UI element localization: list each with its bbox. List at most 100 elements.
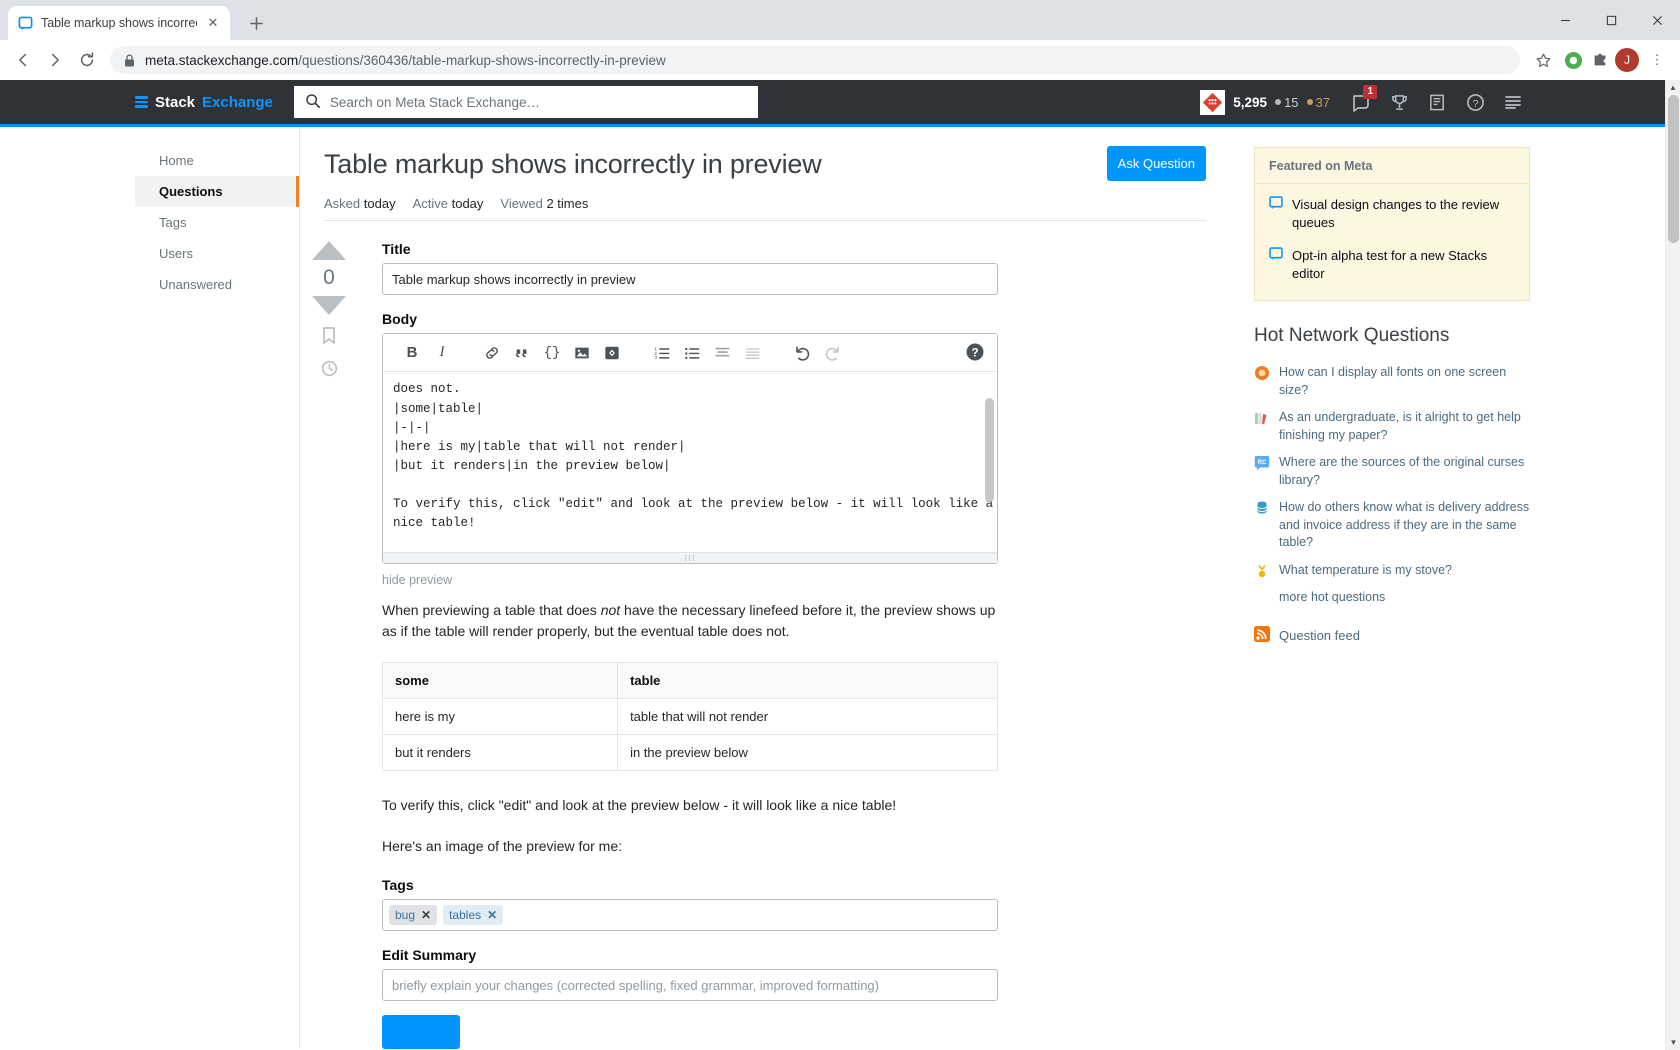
hot-question-link[interactable]: What temperature is my stove? [1279,562,1452,580]
new-tab-button[interactable] [242,9,270,37]
downvote-button[interactable] [312,296,346,316]
body-textarea[interactable]: does not. |some|table| |-|-| |here is my… [383,372,997,552]
meta-asked: Asked today [324,196,396,212]
site-icon-seasoned-advice [1254,563,1270,579]
list-item[interactable]: How do others know what is delivery addr… [1254,494,1530,557]
rss-icon [1254,626,1270,645]
tags-input[interactable]: bug ✕ tables ✕ [382,899,998,932]
tag-chip-tables[interactable]: tables ✕ [443,905,504,926]
hide-preview-link[interactable]: hide preview [382,564,998,600]
table-header-row: some table [381,662,998,700]
code-icon[interactable]: {} [537,338,567,368]
address-bar[interactable]: meta.stackexchange.com/questions/360436/… [110,46,1520,74]
list-item[interactable]: Visual design changes to the review queu… [1255,184,1529,239]
resize-grip[interactable]: ⁝⁝⁝ [383,552,997,564]
page-scrollbar[interactable]: ▲ ▼ [1665,80,1680,1050]
scroll-up-icon[interactable]: ▲ [1666,80,1680,95]
horizontal-rule-icon[interactable] [737,338,767,368]
hot-question-link[interactable]: Where are the sources of the original cu… [1279,454,1530,489]
list-item[interactable]: RC Where are the sources of the original… [1254,449,1530,494]
markdown-help-icon[interactable]: ? [965,342,985,365]
question-feed-link[interactable]: Question feed [1279,628,1360,643]
sidebar-item-home[interactable]: Home [135,145,299,176]
blockquote-icon[interactable] [507,338,537,368]
scrollbar-thumb[interactable] [1668,95,1679,243]
image-icon[interactable] [567,338,597,368]
inbox-icon[interactable]: 1 [1344,85,1378,119]
save-edits-button[interactable] [382,1015,460,1050]
browser-toolbar: meta.stackexchange.com/questions/360436/… [0,40,1680,80]
logo-suffix: Exchange [202,93,273,111]
title-input[interactable]: Table markup shows incorrectly in previe… [382,263,998,296]
scroll-down-icon[interactable]: ▼ [1666,1035,1680,1050]
tag-chip-bug[interactable]: bug ✕ [389,905,438,926]
table-cell: here is my [381,698,619,736]
preview-paragraph-2: To verify this, click "edit" and look at… [382,797,897,814]
close-window-button[interactable] [1634,0,1680,40]
italic-icon[interactable]: I [427,338,457,368]
reload-button[interactable] [72,45,102,75]
hot-question-link[interactable]: How do others know what is delivery addr… [1279,499,1530,552]
site-icon-academia [1254,410,1270,426]
help-icon[interactable]: ? [1458,85,1492,119]
window-controls [1542,0,1680,40]
browser-menu-button[interactable]: ⋮ [1642,45,1672,75]
bookmark-icon[interactable] [321,327,337,348]
history-icon[interactable] [321,360,338,380]
maximize-button[interactable] [1588,0,1634,40]
site-header: Stack Exchange Search on Meta Stack Excha… [0,80,1665,127]
extension-green-icon[interactable] [1561,48,1585,72]
svg-text:3: 3 [654,355,657,360]
puzzle-icon[interactable] [1588,48,1612,72]
question-feed[interactable]: Question feed [1254,604,1530,645]
featured-on-meta: Featured on Meta Visual design changes t… [1254,147,1530,302]
featured-link[interactable]: Opt-in alpha test for a new Stacks edito… [1292,247,1515,282]
undo-icon[interactable] [787,338,817,368]
ordered-list-icon[interactable]: 123 [647,338,677,368]
review-icon[interactable] [1420,85,1454,119]
bulleted-list-icon[interactable] [677,338,707,368]
remove-tag-icon[interactable]: ✕ [421,908,431,922]
site-logo[interactable]: Stack Exchange [135,94,283,111]
link-icon[interactable] [477,338,507,368]
more-hot-questions-link[interactable]: more hot questions [1254,584,1530,604]
bold-icon[interactable]: B [397,338,427,368]
list-item[interactable]: As an undergraduate, is it alright to ge… [1254,404,1530,449]
ask-question-button[interactable]: Ask Question [1106,146,1206,181]
svg-text:RC: RC [1258,460,1267,466]
edit-summary-input[interactable]: briefly explain your changes (corrected … [382,969,998,1002]
back-button[interactable] [8,45,38,75]
site-switcher-icon[interactable] [1496,85,1530,119]
sidebar-item-tags[interactable]: Tags [135,207,299,238]
heading-icon[interactable] [707,338,737,368]
tab-title: Table markup shows incorrectly i [41,16,197,30]
list-item[interactable]: How can I display all fonts on one scree… [1254,359,1530,404]
upvote-button[interactable] [312,241,346,261]
vote-count: 0 [323,266,335,290]
browser-tab[interactable]: Table markup shows incorrectly i ✕ [8,6,230,40]
sidebar-item-users[interactable]: Users [135,238,299,269]
profile-avatar[interactable]: J [1615,48,1639,72]
bookmark-star-icon[interactable] [1528,45,1558,75]
list-item[interactable]: What temperature is my stove? [1254,557,1530,585]
sidebar-item-questions[interactable]: Questions [135,176,299,207]
search-input[interactable]: Search on Meta Stack Exchange… [293,86,759,118]
trophy-icon[interactable] [1382,85,1416,119]
featured-link[interactable]: Visual design changes to the review queu… [1292,196,1515,231]
redo-icon[interactable] [817,338,847,368]
hot-question-link[interactable]: As an undergraduate, is it alright to ge… [1279,409,1530,444]
forward-button[interactable] [40,45,70,75]
left-sidebar: Home Questions Tags Users Unanswered [135,127,299,1049]
sidebar-item-unanswered[interactable]: Unanswered [135,269,299,300]
minimize-button[interactable] [1542,0,1588,40]
list-item[interactable]: Opt-in alpha test for a new Stacks edito… [1255,239,1529,290]
stack-snippet-icon[interactable] [597,338,627,368]
reputation-block[interactable]: 5,295 15 37 [1200,89,1330,115]
textarea-scrollbar[interactable] [985,376,994,544]
remove-tag-icon[interactable]: ✕ [487,908,497,922]
close-icon[interactable]: ✕ [205,15,221,31]
title-label: Title [382,241,411,258]
tags-label: Tags [382,877,414,894]
hot-question-link[interactable]: How can I display all fonts on one scree… [1279,364,1530,399]
table-cell: in the preview below [617,734,998,772]
